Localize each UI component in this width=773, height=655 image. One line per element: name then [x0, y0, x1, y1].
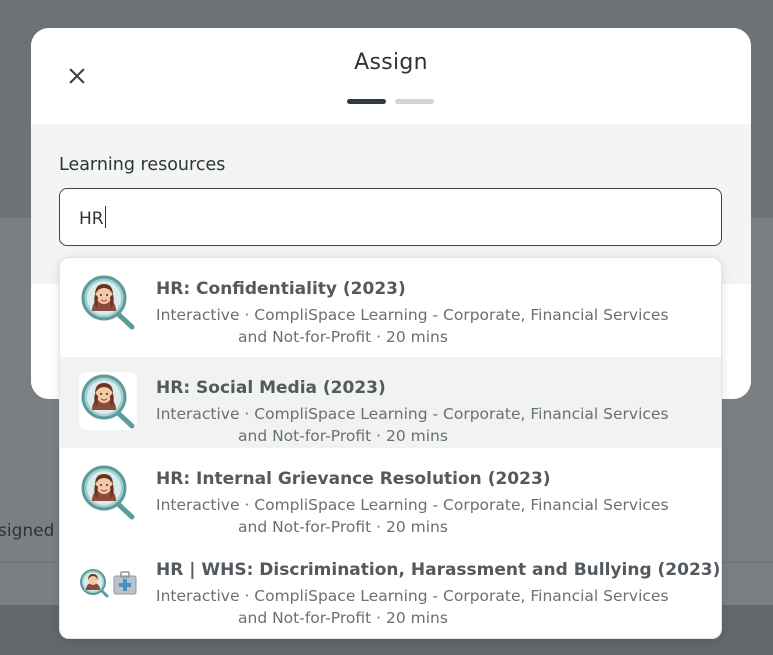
result-meta-line: Interactive · CompliSpace Learning - Cor… [156, 405, 669, 423]
result-meta-line: and Not-for-Profit · 20 mins [238, 328, 448, 346]
step-1-indicator [347, 99, 386, 104]
result-meta: Interactive · CompliSpace Learning - Cor… [156, 304, 686, 348]
background-assigned-text: signed [0, 521, 55, 541]
hr-whs-first-aid-icon [79, 554, 137, 612]
result-meta: Interactive · CompliSpace Learning - Cor… [156, 494, 686, 538]
result-meta-line: and Not-for-Profit · 20 mins [238, 609, 448, 627]
search-results-dropdown: HR: Confidentiality (2023) Interactive ·… [59, 257, 722, 639]
result-meta-line: and Not-for-Profit · 20 mins [238, 518, 448, 536]
modal-header: Assign [31, 28, 751, 124]
modal-title: Assign [354, 50, 428, 75]
learning-resources-label: Learning resources [59, 155, 226, 175]
text-caret [104, 206, 107, 228]
step-indicator [347, 99, 437, 104]
result-item-social-media[interactable]: HR: Social Media (2023) Interactive · Co… [60, 357, 721, 448]
input-value: HR [79, 209, 104, 229]
result-item-grievance-resolution[interactable]: HR: Internal Grievance Resolution (2023)… [60, 448, 721, 539]
result-meta-line: Interactive · CompliSpace Learning - Cor… [156, 587, 669, 605]
learning-resources-search-field[interactable]: HR [59, 188, 722, 246]
hr-character-magnifier-icon [79, 273, 137, 331]
hr-character-magnifier-icon [79, 463, 137, 521]
result-title: HR: Confidentiality (2023) [156, 279, 406, 299]
result-title: HR | WHS: Discrimination, Harassment and… [156, 560, 721, 580]
result-meta: Interactive · CompliSpace Learning - Cor… [156, 585, 686, 629]
result-item-confidentiality[interactable]: HR: Confidentiality (2023) Interactive ·… [60, 258, 721, 349]
learning-resources-input[interactable]: HR [79, 206, 107, 229]
result-item-discrimination-harassment-bullying[interactable]: HR | WHS: Discrimination, Harassment and… [60, 539, 721, 630]
hr-character-magnifier-icon [79, 372, 137, 430]
result-meta: Interactive · CompliSpace Learning - Cor… [156, 403, 686, 447]
result-title: HR: Social Media (2023) [156, 378, 386, 398]
result-meta-line: Interactive · CompliSpace Learning - Cor… [156, 496, 669, 514]
result-meta-line: Interactive · CompliSpace Learning - Cor… [156, 306, 669, 324]
step-2-indicator [395, 99, 434, 104]
result-meta-line: and Not-for-Profit · 20 mins [238, 427, 448, 445]
result-title: HR: Internal Grievance Resolution (2023) [156, 469, 551, 489]
